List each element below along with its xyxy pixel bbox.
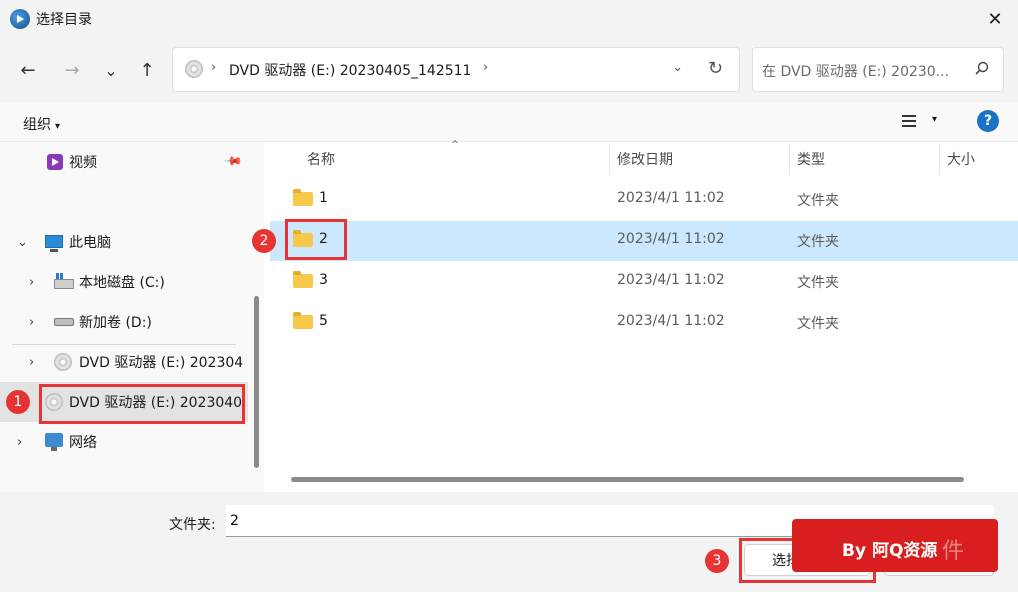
address-dropdown-icon[interactable]: ⌄ <box>672 60 683 75</box>
video-icon <box>47 154 63 170</box>
file-type: 文件夹 <box>797 316 839 332</box>
network-icon <box>45 433 63 451</box>
chevron-right-icon[interactable]: › <box>29 275 34 290</box>
app-icon <box>10 9 30 29</box>
annotation-highlight-folder <box>285 219 347 260</box>
chevron-right-icon[interactable]: › <box>17 435 22 450</box>
organize-menu[interactable]: 组织 ▾ <box>23 114 60 134</box>
chevron-down-icon: ▾ <box>55 121 61 132</box>
file-date: 2023/4/1 11:02 <box>617 231 725 247</box>
file-date: 2023/4/1 11:02 <box>617 272 725 288</box>
column-header-date[interactable]: 修改日期 <box>617 142 673 176</box>
column-label: 类型 <box>797 152 825 168</box>
file-list: 名称 ⌃ 修改日期 类型 大小 1 2023/4/1 11:02 文件夹 2 2… <box>270 138 1018 492</box>
file-type: 文件夹 <box>797 275 839 291</box>
search-icon[interactable] <box>975 61 989 75</box>
column-separator[interactable] <box>939 144 940 174</box>
table-row[interactable]: 3 2023/4/1 11:02 文件夹 <box>270 262 1018 302</box>
horizontal-scrollbar[interactable] <box>291 477 964 482</box>
file-name: 5 <box>319 313 328 329</box>
step-badge-3: 3 <box>705 549 729 573</box>
local-disk-icon <box>54 273 74 289</box>
chevron-right-icon[interactable]: › <box>29 355 34 370</box>
file-type: 文件夹 <box>797 234 839 250</box>
sidebar-item-videos[interactable]: 视频 📌 <box>0 142 248 182</box>
file-date: 2023/4/1 11:02 <box>617 313 725 329</box>
breadcrumb-chevron-icon[interactable]: › <box>483 60 488 75</box>
window-title: 选择目录 <box>36 12 92 28</box>
close-button[interactable]: ✕ <box>972 0 1018 38</box>
pin-icon[interactable]: 📌 <box>223 151 243 171</box>
forward-button[interactable]: → <box>58 56 86 84</box>
sidebar-item-label: 新加卷 (D:) <box>79 315 152 331</box>
column-header-name[interactable]: 名称 <box>307 142 335 176</box>
breadcrumb-path[interactable]: DVD 驱动器 (E:) 20230405_142511 <box>229 60 471 80</box>
folder-field-label: 文件夹: <box>169 517 216 533</box>
column-header-size[interactable]: 大小 <box>947 142 975 176</box>
chevron-down-icon: ▾ <box>932 114 938 125</box>
sidebar-item-network[interactable]: › 网络 <box>0 422 248 462</box>
watermark-text: By 阿Q资源 <box>842 541 938 561</box>
step-badge-2: 2 <box>252 229 276 253</box>
table-row[interactable]: 5 2023/4/1 11:02 文件夹 <box>270 303 1018 343</box>
pc-icon <box>45 235 63 252</box>
column-label: 名称 <box>307 152 335 168</box>
sidebar-item-drive-c[interactable]: › 本地磁盘 (C:) <box>0 262 248 302</box>
search-box[interactable]: 在 DVD 驱动器 (E:) 20230... <box>752 47 1004 92</box>
recent-locations-button[interactable]: ⌄ <box>97 56 125 84</box>
watermark-banner: By 阿Q资源 件 <box>792 519 998 572</box>
column-separator[interactable] <box>609 144 610 174</box>
sidebar-item-drive-d[interactable]: › 新加卷 (D:) <box>0 302 248 342</box>
chevron-right-icon[interactable]: › <box>29 315 34 330</box>
file-name: 3 <box>319 272 328 288</box>
step-badge-1: 1 <box>6 390 30 414</box>
breadcrumb-chevron-icon[interactable]: › <box>211 60 216 75</box>
list-view-icon <box>902 115 916 127</box>
organize-label: 组织 <box>23 117 51 133</box>
view-options-button[interactable]: ▾ <box>902 113 942 133</box>
search-input[interactable]: 在 DVD 驱动器 (E:) 20230... <box>762 61 949 81</box>
command-bar: 组织 ▾ ▾ <box>0 102 1018 142</box>
title-bar: 选择目录 ✕ <box>0 0 1018 38</box>
file-date: 2023/4/1 11:02 <box>617 190 725 206</box>
table-row-selected[interactable]: 2 2023/4/1 11:02 文件夹 <box>270 221 1018 261</box>
file-name: 1 <box>319 190 328 206</box>
sidebar-item-this-pc[interactable]: ⌄ 此电脑 <box>0 222 248 262</box>
chevron-down-icon[interactable]: ⌄ <box>17 235 28 250</box>
column-header-type[interactable]: 类型 <box>797 142 825 176</box>
annotation-highlight-sidebar <box>39 384 245 424</box>
column-label: 大小 <box>947 152 975 168</box>
sidebar-item-label: 此电脑 <box>69 235 111 251</box>
sidebar-item-label: 本地磁盘 (C:) <box>79 275 165 291</box>
refresh-button[interactable]: ↻ <box>708 58 723 79</box>
sidebar-item-dvd-drive[interactable]: › DVD 驱动器 (E:) 202304 <box>0 342 248 382</box>
back-button[interactable]: ← <box>14 56 42 84</box>
navigation-pane: 视频 📌 ⌄ 此电脑 › 本地磁盘 (C:) › 新加卷 (D:) › DVD … <box>0 142 264 492</box>
column-label: 修改日期 <box>617 152 673 168</box>
navigation-bar: ← → ⌄ ↑ › DVD 驱动器 (E:) 20230405_142511 ›… <box>0 38 1018 102</box>
folder-icon <box>293 271 313 288</box>
dvd-disc-icon <box>185 60 203 78</box>
dvd-disc-icon <box>54 353 72 371</box>
folder-icon <box>293 312 313 329</box>
sort-ascending-icon: ⌃ <box>450 138 461 152</box>
drive-icon <box>54 318 74 326</box>
sidebar-scrollbar[interactable] <box>254 296 259 468</box>
sidebar-item-label: DVD 驱动器 (E:) 202304 <box>79 355 244 371</box>
table-row[interactable]: 1 2023/4/1 11:02 文件夹 <box>270 180 1018 220</box>
sidebar-item-label: 视频 <box>69 155 97 171</box>
help-button[interactable]: ? <box>977 110 999 132</box>
sidebar-item-label: 网络 <box>69 435 97 451</box>
file-type: 文件夹 <box>797 193 839 209</box>
folder-icon <box>293 189 313 206</box>
up-button[interactable]: ↑ <box>133 56 161 84</box>
address-bar[interactable]: › DVD 驱动器 (E:) 20230405_142511 › ⌄ ↻ <box>172 47 740 92</box>
watermark-ghost-text: 件 <box>942 539 965 564</box>
column-separator[interactable] <box>789 144 790 174</box>
